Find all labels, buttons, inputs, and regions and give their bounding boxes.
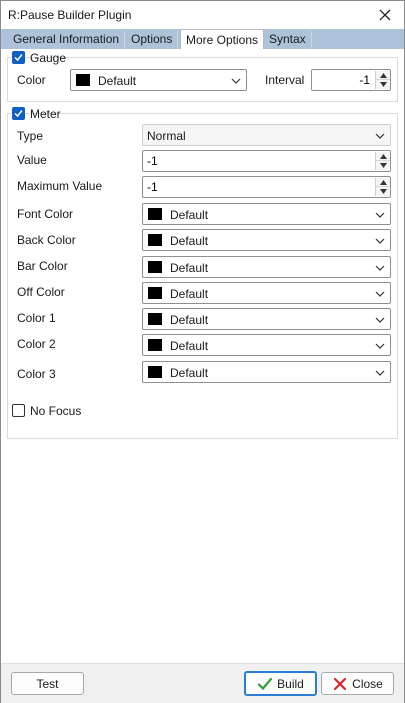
color-swatch	[148, 287, 162, 299]
bar-color-label: Bar Color	[17, 259, 68, 273]
close-button-label: Close	[352, 676, 383, 691]
color-3-label: Color 3	[17, 367, 56, 381]
back-color-label: Back Color	[17, 233, 76, 247]
color-2-label: Color 2	[17, 337, 56, 351]
plugin-window: R:Pause Builder Plugin General Informati…	[0, 0, 405, 703]
spin-up-button[interactable]	[376, 178, 390, 187]
color-swatch	[148, 339, 162, 351]
color-1-select[interactable]: Default	[142, 308, 391, 330]
interval-label: Interval	[265, 73, 305, 87]
spin-down-button[interactable]	[376, 80, 390, 89]
title-bar: R:Pause Builder Plugin	[1, 1, 404, 29]
arrow-up-icon	[379, 179, 387, 185]
checkmark-icon	[257, 676, 273, 692]
window-title: R:Pause Builder Plugin	[8, 8, 132, 22]
maximum-value-label: Maximum Value	[17, 179, 103, 193]
gauge-color-value: Default	[98, 74, 137, 88]
meter-checkbox[interactable]	[12, 107, 25, 120]
chevron-down-icon	[375, 291, 385, 297]
check-icon	[14, 54, 23, 62]
arrow-down-icon	[379, 82, 387, 87]
gauge-color-select[interactable]: Default	[70, 69, 247, 91]
color-swatch	[148, 208, 162, 220]
chevron-down-icon	[375, 343, 385, 349]
type-value: Normal	[147, 129, 186, 143]
spin-up-button[interactable]	[376, 71, 390, 80]
no-focus-label: No Focus	[30, 404, 82, 418]
close-button[interactable]: Close	[321, 672, 394, 695]
maximum-value-spinner[interactable]	[142, 176, 391, 198]
back-color-select[interactable]: Default	[142, 229, 391, 251]
chevron-down-icon	[375, 212, 385, 218]
color-swatch	[148, 313, 162, 325]
back-color-value: Default	[170, 234, 209, 248]
tab-content-more-options: Gauge Color Default Interval Meter Type …	[1, 49, 404, 663]
build-button-label: Build	[277, 676, 304, 691]
bar-color-select[interactable]: Default	[142, 256, 391, 278]
color-swatch	[148, 366, 162, 378]
check-icon	[14, 110, 23, 118]
color-1-value: Default	[170, 313, 209, 327]
off-color-value: Default	[170, 287, 209, 301]
meter-label: Meter	[30, 107, 61, 121]
bar-color-value: Default	[170, 261, 209, 275]
spin-down-button[interactable]	[376, 161, 390, 170]
no-focus-checkbox[interactable]	[12, 404, 25, 417]
maximum-value-spin-buttons	[375, 178, 390, 196]
font-color-select[interactable]: Default	[142, 203, 391, 225]
chevron-down-icon	[375, 265, 385, 271]
chevron-down-icon	[375, 133, 385, 139]
build-button[interactable]: Build	[244, 671, 317, 696]
type-select[interactable]: Normal	[142, 124, 391, 146]
value-input[interactable]	[145, 153, 365, 169]
window-close-button[interactable]	[372, 3, 398, 27]
close-icon	[379, 9, 391, 21]
color-3-select[interactable]: Default	[142, 361, 391, 383]
tab-options[interactable]: Options	[126, 31, 179, 49]
interval-spinner[interactable]	[311, 69, 391, 91]
value-spin-buttons	[375, 152, 390, 170]
arrow-down-icon	[379, 189, 387, 194]
interval-input[interactable]	[314, 72, 372, 88]
chevron-down-icon	[375, 370, 385, 376]
color-3-value: Default	[170, 366, 209, 380]
color-2-select[interactable]: Default	[142, 334, 391, 356]
font-color-label: Font Color	[17, 207, 74, 221]
off-color-select[interactable]: Default	[142, 282, 391, 304]
type-label: Type	[17, 129, 44, 143]
button-bar: Test Build Close	[1, 663, 404, 703]
arrow-up-icon	[379, 72, 387, 78]
color-swatch	[76, 74, 90, 86]
arrow-down-icon	[379, 163, 387, 168]
tab-general-information[interactable]: General Information	[8, 31, 126, 49]
gauge-label: Gauge	[30, 51, 67, 65]
chevron-down-icon	[375, 317, 385, 323]
font-color-value: Default	[170, 208, 209, 222]
off-color-label: Off Color	[17, 285, 65, 299]
tab-strip: General Information Options More Options…	[1, 29, 404, 50]
tab-syntax[interactable]: Syntax	[264, 31, 312, 49]
arrow-up-icon	[379, 153, 387, 159]
color-2-value: Default	[170, 339, 209, 353]
red-x-icon	[332, 676, 348, 692]
gauge-checkbox[interactable]	[12, 51, 25, 64]
tab-more-options[interactable]: More Options	[180, 29, 265, 50]
gauge-color-label: Color	[17, 73, 46, 87]
value-spinner[interactable]	[142, 150, 391, 172]
chevron-down-icon	[375, 238, 385, 244]
color-1-label: Color 1	[17, 311, 56, 325]
test-button[interactable]: Test	[11, 672, 84, 695]
spin-down-button[interactable]	[376, 187, 390, 196]
maximum-value-input[interactable]	[145, 179, 365, 195]
test-button-label: Test	[36, 676, 59, 691]
color-swatch	[148, 261, 162, 273]
color-swatch	[148, 234, 162, 246]
interval-spin-buttons	[375, 71, 390, 89]
spin-up-button[interactable]	[376, 152, 390, 161]
value-label: Value	[17, 153, 47, 167]
chevron-down-icon	[231, 78, 241, 84]
